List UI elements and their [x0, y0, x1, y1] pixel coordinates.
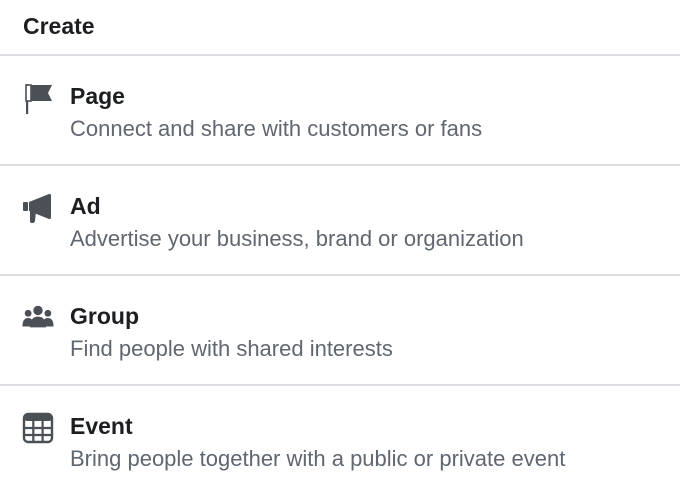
calendar-icon: [22, 412, 54, 444]
item-title: Ad: [70, 193, 101, 219]
menu-header: Create: [0, 0, 680, 56]
group-icon: [22, 302, 54, 334]
item-title: Group: [70, 303, 139, 329]
create-page-item[interactable]: Page Connect and share with customers or…: [0, 56, 680, 166]
item-description: Bring people together with a public or p…: [70, 446, 566, 471]
create-menu: Create Page Connect and share with custo…: [0, 0, 680, 494]
flag-icon: [22, 82, 54, 114]
megaphone-icon: [22, 192, 54, 224]
item-title: Event: [70, 413, 133, 439]
item-description: Advertise your business, brand or organi…: [70, 226, 524, 251]
create-ad-item[interactable]: Ad Advertise your business, brand or org…: [0, 166, 680, 276]
item-title: Page: [70, 83, 125, 109]
create-event-item[interactable]: Event Bring people together with a publi…: [0, 386, 680, 494]
item-description: Find people with shared interests: [70, 336, 393, 361]
item-description: Connect and share with customers or fans: [70, 116, 483, 141]
create-group-item[interactable]: Group Find people with shared interests: [0, 276, 680, 386]
